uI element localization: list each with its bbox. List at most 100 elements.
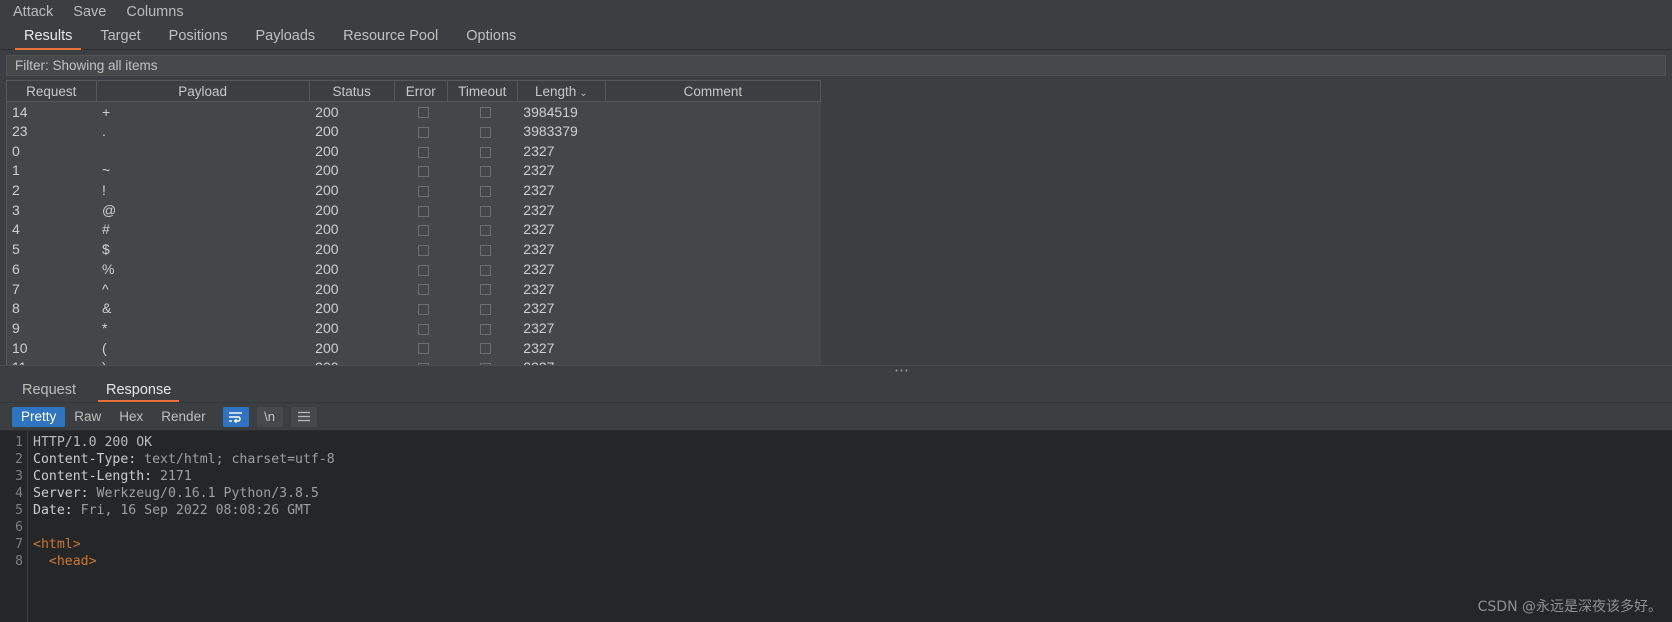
table-row[interactable]: 11)200 2327 (7, 357, 821, 365)
tab-options[interactable]: Options (452, 28, 530, 49)
column-header-length[interactable]: Length ⌄ (517, 80, 606, 102)
cell-error[interactable] (394, 121, 448, 141)
table-row[interactable]: 4 #200 2327 (7, 219, 821, 240)
checkbox-unchecked-icon[interactable] (418, 244, 430, 256)
cell-timeout[interactable] (447, 239, 518, 259)
hamburger-menu-icon[interactable] (290, 406, 317, 427)
panel-splitter[interactable]: ⋯ (0, 363, 1672, 378)
checkbox-unchecked-icon[interactable] (479, 244, 491, 256)
table-row[interactable]: 23. 200 3983379 (7, 121, 821, 141)
tab-positions[interactable]: Positions (155, 28, 242, 49)
checkbox-unchecked-icon[interactable] (418, 205, 430, 217)
tab-payloads[interactable]: Payloads (242, 28, 330, 49)
cell-error[interactable] (394, 278, 448, 299)
cell-error[interactable] (394, 219, 448, 240)
checkbox-unchecked-icon[interactable] (479, 284, 491, 296)
column-header-timeout[interactable]: Timeout (447, 80, 518, 102)
cell-timeout[interactable] (447, 219, 518, 240)
view-mode-hex[interactable]: Hex (110, 407, 152, 427)
column-header-request[interactable]: Request (7, 80, 97, 102)
cell-error[interactable] (394, 298, 448, 319)
view-mode-raw[interactable]: Raw (65, 407, 110, 427)
checkbox-unchecked-icon[interactable] (418, 264, 430, 276)
cell-timeout[interactable] (447, 101, 518, 122)
checkbox-unchecked-icon[interactable] (418, 284, 430, 296)
menu-item-attack[interactable]: Attack (13, 5, 53, 20)
results-table-body: 14 +200 3984519 23. 200 3983379 0 200 2327 1 ~200 2… (7, 101, 821, 365)
show-newlines-button[interactable]: \n (256, 406, 283, 427)
cell-error[interactable] (394, 101, 448, 122)
splitter-drag-handle-icon[interactable]: ⋯ (894, 363, 910, 378)
cell-error[interactable] (394, 337, 448, 358)
table-row[interactable]: 6% 200 2327 (7, 259, 821, 279)
tab-response[interactable]: Response (98, 382, 180, 402)
checkbox-unchecked-icon[interactable] (418, 323, 430, 335)
menu-item-columns[interactable]: Columns (126, 5, 183, 20)
column-header-error[interactable]: Error (394, 80, 448, 102)
cell-timeout[interactable] (447, 357, 518, 365)
tab-target[interactable]: Target (86, 28, 154, 49)
checkbox-unchecked-icon[interactable] (479, 185, 491, 197)
table-row[interactable]: 10(200 2327 (7, 337, 821, 358)
checkbox-unchecked-icon[interactable] (418, 107, 430, 119)
cell-timeout[interactable] (447, 318, 518, 338)
table-row[interactable]: 8 & 200 2327 (7, 298, 821, 319)
cell-error[interactable] (394, 259, 448, 279)
cell-timeout[interactable] (447, 298, 518, 319)
checkbox-unchecked-icon[interactable] (418, 126, 430, 138)
view-mode-render[interactable]: Render (152, 407, 214, 427)
view-mode-pretty[interactable]: Pretty (12, 406, 66, 427)
checkbox-unchecked-icon[interactable] (418, 146, 430, 158)
table-row[interactable]: 9 * 200 2327 (7, 318, 821, 338)
column-header-status[interactable]: Status (309, 80, 395, 102)
cell-timeout[interactable] (447, 140, 518, 161)
column-header-payload[interactable]: Payload (96, 80, 310, 102)
checkbox-unchecked-icon[interactable] (418, 343, 430, 355)
checkbox-unchecked-icon[interactable] (479, 343, 491, 355)
table-row[interactable]: 7 ^ 200 2327 (7, 278, 821, 299)
cell-error[interactable] (394, 239, 448, 259)
checkbox-unchecked-icon[interactable] (479, 126, 491, 138)
cell-comment (605, 278, 821, 299)
checkbox-unchecked-icon[interactable] (479, 225, 491, 237)
cell-error[interactable] (394, 180, 448, 200)
checkbox-unchecked-icon[interactable] (479, 205, 491, 217)
checkbox-unchecked-icon[interactable] (418, 185, 430, 197)
column-header-comment[interactable]: Comment (605, 80, 822, 102)
cell-error[interactable] (394, 160, 448, 181)
table-row[interactable]: 14 +200 3984519 (7, 101, 821, 122)
table-row[interactable]: 2! 200 2327 (7, 180, 821, 200)
table-row[interactable]: 1 ~200 2327 (7, 160, 821, 181)
cell-error[interactable] (394, 318, 448, 338)
filter-bar[interactable]: Filter: Showing all items (6, 55, 1666, 76)
cell-error[interactable] (394, 199, 448, 220)
response-code-content[interactable]: HTTP/1.0 200 OK Content-Type: text/html; … (28, 431, 1672, 622)
checkbox-unchecked-icon[interactable] (479, 304, 491, 316)
table-row[interactable]: 0 200 2327 (7, 140, 821, 161)
checkbox-unchecked-icon[interactable] (418, 225, 430, 237)
word-wrap-icon[interactable] (222, 406, 249, 427)
cell-timeout[interactable] (447, 259, 518, 279)
response-body-viewer[interactable]: 12345678 HTTP/1.0 200 OK Content-Type: te… (0, 430, 1672, 622)
table-row[interactable]: 3 @200 2327 (7, 199, 821, 220)
cell-timeout[interactable] (447, 278, 518, 299)
table-row[interactable]: 5 $200 2327 (7, 239, 821, 259)
menu-item-save[interactable]: Save (73, 5, 106, 20)
cell-error[interactable] (394, 357, 448, 365)
checkbox-unchecked-icon[interactable] (418, 166, 430, 178)
checkbox-unchecked-icon[interactable] (479, 166, 491, 178)
tab-results[interactable]: Results (10, 28, 86, 50)
tab-request[interactable]: Request (14, 382, 84, 402)
checkbox-unchecked-icon[interactable] (479, 146, 491, 158)
cell-timeout[interactable] (447, 121, 518, 141)
cell-timeout[interactable] (447, 160, 518, 181)
checkbox-unchecked-icon[interactable] (479, 264, 491, 276)
checkbox-unchecked-icon[interactable] (479, 323, 491, 335)
checkbox-unchecked-icon[interactable] (418, 304, 430, 316)
cell-error[interactable] (394, 140, 448, 161)
cell-timeout[interactable] (447, 337, 518, 358)
cell-timeout[interactable] (447, 199, 518, 220)
checkbox-unchecked-icon[interactable] (479, 107, 491, 119)
tab-resource-pool[interactable]: Resource Pool (329, 28, 452, 49)
cell-timeout[interactable] (447, 180, 518, 200)
